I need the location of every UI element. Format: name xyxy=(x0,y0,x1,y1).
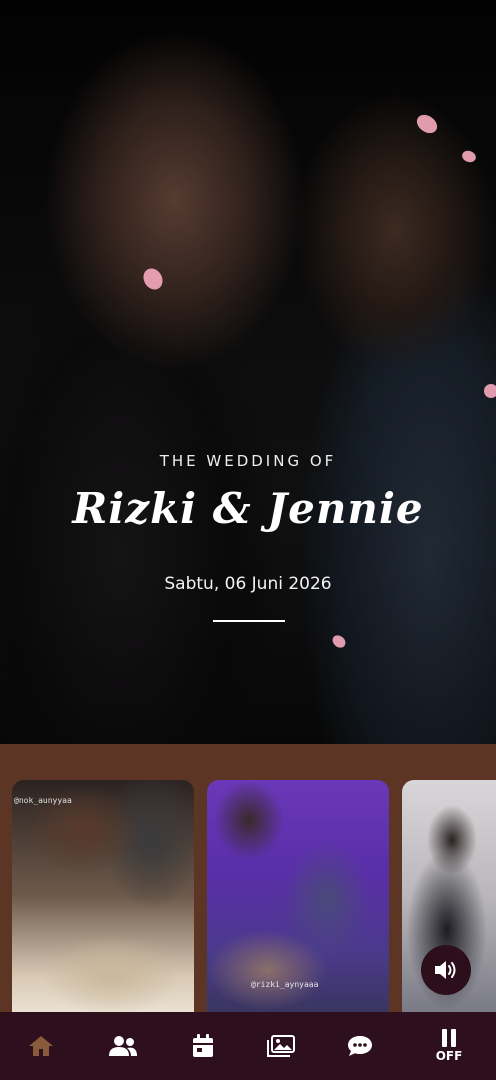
wedding-date: Sabtu, 06 Juni 2026 xyxy=(164,574,332,594)
nav-couple[interactable] xyxy=(93,1012,153,1080)
music-status-label: OFF xyxy=(435,1049,463,1063)
nav-wishes[interactable] xyxy=(330,1012,390,1080)
petal-decoration xyxy=(484,384,496,398)
nav-gallery[interactable] xyxy=(251,1012,311,1080)
bottom-navigation: OFF xyxy=(0,1012,496,1080)
gallery-photo[interactable]: @nok_aunyyaa xyxy=(12,780,194,1012)
users-icon xyxy=(109,1036,137,1056)
hero-section: THE WEDDING OF Rizki & Jennie Sabtu, 06 … xyxy=(0,0,496,744)
couple-names: Rizki & Jennie xyxy=(72,484,424,533)
pause-icon xyxy=(442,1029,456,1047)
wedding-kicker: THE WEDDING OF xyxy=(159,452,337,470)
chat-icon xyxy=(348,1036,372,1056)
title-divider xyxy=(213,620,285,622)
nav-home[interactable] xyxy=(11,1012,71,1080)
images-icon xyxy=(267,1035,295,1057)
photo-watermark: @rizki_aynyaaa xyxy=(251,980,319,989)
hero-photo xyxy=(0,0,496,744)
home-icon xyxy=(29,1036,53,1056)
sound-toggle-button[interactable] xyxy=(421,945,471,995)
calendar-icon xyxy=(193,1034,213,1057)
nav-music-toggle[interactable]: OFF xyxy=(419,1012,479,1080)
volume-icon xyxy=(435,961,456,979)
nav-event[interactable] xyxy=(173,1012,233,1080)
photo-watermark: @nok_aunyyaa xyxy=(14,796,72,805)
gallery-photo[interactable]: @rizki_aynyaaa xyxy=(207,780,389,1012)
